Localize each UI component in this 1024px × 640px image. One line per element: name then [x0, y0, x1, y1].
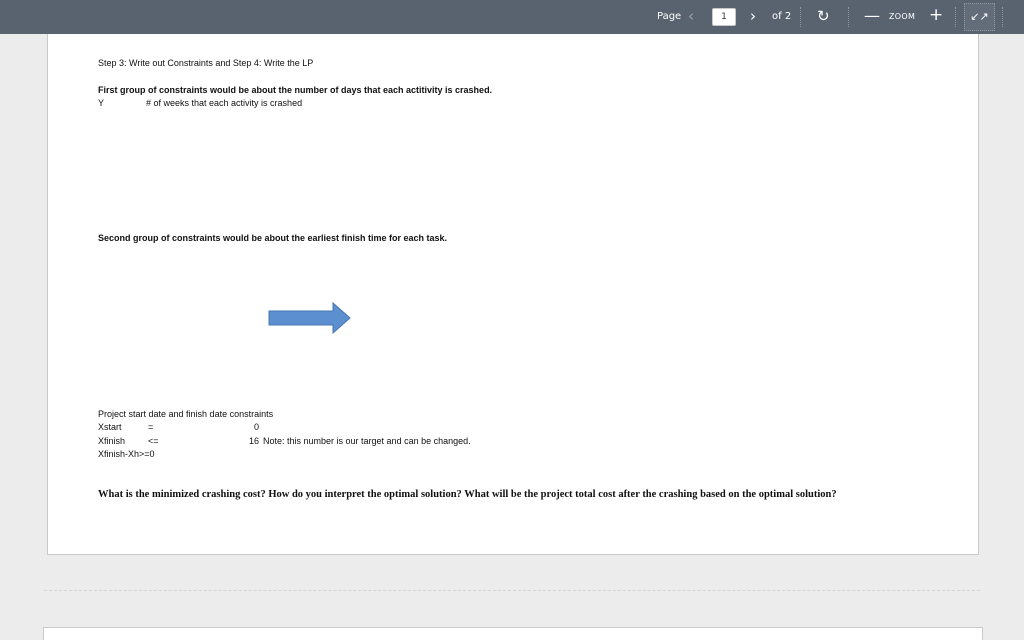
step-title: Step 3: Write out Constraints and Step 4…: [98, 58, 314, 68]
rotate-icon[interactable]: ↻: [817, 7, 830, 25]
page-label: Page: [657, 11, 682, 22]
constraint-op: =: [148, 422, 154, 432]
y-variable-label: Y: [98, 98, 105, 108]
project-constraints-heading: Project start date and finish date const…: [98, 409, 274, 419]
toolbar-divider: [800, 7, 801, 27]
y-variable-description: # of weeks that each activity is crashed: [146, 98, 303, 108]
collapse-glyph: ↙↗: [970, 11, 989, 23]
toolbar-divider: [955, 7, 956, 27]
page-divider: [44, 590, 980, 591]
constraint-note: Note: this number is our target and can …: [263, 436, 471, 446]
constraint-value: 0: [254, 422, 260, 432]
constraint-var: Xstart: [98, 422, 122, 432]
pdf-toolbar: Page ‹ › of 2 ↻ — ZOOM + ↙↗: [0, 0, 1024, 34]
zoom-in-icon[interactable]: +: [929, 5, 943, 25]
prev-page-icon[interactable]: ‹: [688, 7, 694, 25]
next-page-icon[interactable]: ›: [750, 7, 756, 25]
constraint-var: Xfinish: [98, 436, 126, 446]
right-arrow-shape: [268, 302, 351, 334]
toolbar-divider: [1002, 7, 1003, 27]
document-page: Step 3: Write out Constraints and Step 4…: [47, 34, 979, 555]
group1-heading: First group of constraints would be abou…: [98, 85, 493, 95]
toolbar-divider: [848, 7, 849, 27]
next-document-page: [43, 627, 983, 640]
group2-heading: Second group of constraints would be abo…: [98, 233, 448, 243]
constraint-var: Xfinish-Xh>=0: [98, 449, 155, 459]
page-count-label: of 2: [772, 11, 792, 22]
collapse-icon[interactable]: ↙↗: [964, 3, 995, 31]
constraint-value: 16: [249, 436, 260, 446]
constraint-op: <=: [148, 436, 159, 446]
zoom-label: ZOOM: [889, 12, 916, 21]
zoom-out-icon[interactable]: —: [864, 6, 880, 25]
question-text: What is the minimized crashing cost? How…: [98, 489, 837, 500]
page-number-input[interactable]: [712, 8, 736, 26]
